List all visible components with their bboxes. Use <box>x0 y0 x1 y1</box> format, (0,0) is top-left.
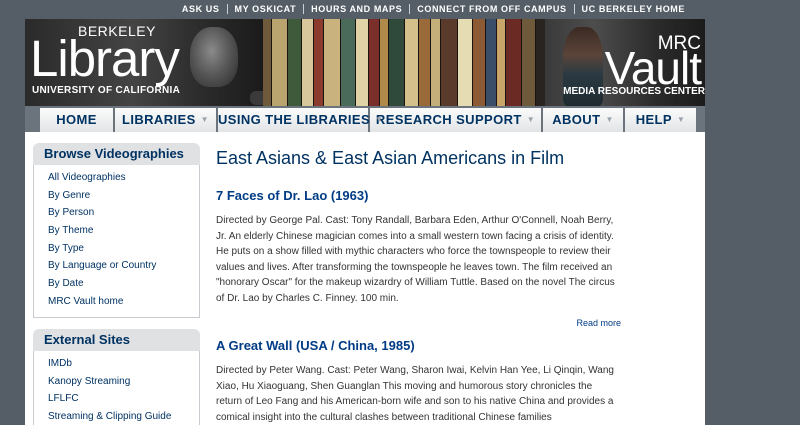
utility-link-connect-off-campus[interactable]: CONNECT FROM OFF CAMPUS <box>409 4 573 14</box>
book-spine <box>473 19 486 106</box>
sidebar-item-by-date[interactable]: By Date <box>48 275 199 293</box>
nav-item-help[interactable]: HELP ▼ <box>625 108 696 132</box>
book-spine <box>272 19 288 106</box>
banner-speaker-figure <box>190 27 238 87</box>
sidebar-item-by-person[interactable]: By Person <box>48 204 199 222</box>
external-sites-box: External Sites IMDb Kanopy Streaming LFL… <box>33 329 200 425</box>
mrc-logo-subtitle: MEDIA RESOURCES CENTER <box>563 86 705 97</box>
sidebar-item-all-videographies[interactable]: All Videographies <box>48 169 199 187</box>
sidebar-item-by-genre[interactable]: By Genre <box>48 187 199 205</box>
nav-item-label: ABOUT <box>552 112 601 127</box>
sidebar-item-streaming-clipping-guide[interactable]: Streaming & Clipping Guide <box>48 408 199 425</box>
external-sites-list: IMDb Kanopy Streaming LFLFC Streaming & … <box>33 351 200 425</box>
utility-link-my-oskicat[interactable]: MY OSKICAT <box>226 4 304 14</box>
sidebar-item-mrc-vault-home[interactable]: MRC Vault home <box>48 293 199 311</box>
nav-item-label: LIBRARIES <box>122 112 196 127</box>
nav-item-label: HELP <box>635 112 672 127</box>
book-spine <box>288 19 302 106</box>
mrc-logo-vault: Vault <box>604 42 702 94</box>
content-area: Browse Videographies All Videographies B… <box>25 132 705 425</box>
sidebar-item-by-theme[interactable]: By Theme <box>48 222 199 240</box>
sidebar-item-kanopy-streaming[interactable]: Kanopy Streaming <box>48 373 199 391</box>
page-title: East Asians & East Asian Americans in Fi… <box>216 148 565 168</box>
nav-item-about[interactable]: ABOUT ▼ <box>543 108 625 132</box>
library-logo-uc: UNIVERSITY OF CALIFORNIA <box>32 85 181 96</box>
film-entry: 7 Faces of Dr. Lao (1963) Directed by Ge… <box>216 188 621 306</box>
library-logo-library: Library <box>30 30 180 87</box>
sidebar-item-lflfc[interactable]: LFLFC <box>48 390 199 408</box>
film-entry: A Great Wall (USA / China, 1985) Directe… <box>216 338 621 425</box>
utility-link-ask-us[interactable]: ASK US <box>175 4 227 14</box>
browse-videographies-box: Browse Videographies All Videographies B… <box>33 143 200 318</box>
film-description: Directed by Peter Wang. Cast: Peter Wang… <box>216 365 614 423</box>
book-spine <box>441 19 458 106</box>
sidebar-item-by-type[interactable]: By Type <box>48 240 199 258</box>
book-spine <box>341 19 356 106</box>
book-spine <box>324 19 341 106</box>
nav-item-label: HOME <box>56 112 97 127</box>
book-spine <box>486 19 497 106</box>
browse-videographies-heading: Browse Videographies <box>33 143 200 165</box>
utility-link-hours-and-maps[interactable]: HOURS AND MAPS <box>303 4 409 14</box>
nav-item-using-the-libraries[interactable]: USING THE LIBRARIES ▼ <box>218 108 383 132</box>
film-title-link[interactable]: 7 Faces of Dr. Lao (1963) <box>216 188 621 203</box>
read-more-link[interactable]: Read more <box>576 318 621 328</box>
chevron-down-icon: ▼ <box>605 115 614 124</box>
nav-item-research-support[interactable]: RESEARCH SUPPORT ▼ <box>370 108 543 132</box>
chevron-down-icon: ▼ <box>676 115 686 124</box>
nav-item-home[interactable]: HOME <box>40 108 115 132</box>
sidebar-item-imdb[interactable]: IMDb <box>48 355 199 373</box>
nav-item-libraries[interactable]: LIBRARIES ▼ <box>115 108 218 132</box>
sidebar-item-by-language-or-country[interactable]: By Language or Country <box>48 257 199 275</box>
external-sites-heading: External Sites <box>33 329 200 351</box>
browse-videographies-list: All Videographies By Genre By Person By … <box>33 165 200 318</box>
book-spine <box>389 19 405 106</box>
chevron-down-icon: ▼ <box>375 115 384 124</box>
book-spine <box>506 19 522 106</box>
book-spine <box>356 19 369 106</box>
book-spine <box>405 19 419 106</box>
book-spine <box>431 19 441 106</box>
main-nav: HOME LIBRARIES ▼ USING THE LIBRARIES ▼ RES… <box>25 106 705 132</box>
utility-link-uc-berkeley-home[interactable]: UC BERKELEY HOME <box>573 4 692 14</box>
book-spine <box>522 19 536 106</box>
book-spine <box>369 19 380 106</box>
nav-item-label: USING THE LIBRARIES <box>218 112 371 127</box>
book-spine <box>314 19 324 106</box>
book-spine <box>263 19 272 106</box>
book-spine <box>497 19 506 106</box>
film-description: Directed by George Pal. Cast: Tony Randa… <box>216 215 615 304</box>
book-spine <box>419 19 431 106</box>
banner-photo-bookshelf <box>263 19 553 106</box>
nav-item-label: RESEARCH SUPPORT <box>375 112 522 127</box>
film-title-link[interactable]: A Great Wall (USA / China, 1985) <box>216 338 621 353</box>
book-spine <box>458 19 473 106</box>
utility-bar: ASK US MY OSKICAT HOURS AND MAPS CONNECT… <box>0 0 800 19</box>
book-spine <box>380 19 389 106</box>
chevron-down-icon: ▼ <box>526 115 536 124</box>
utility-links: ASK US MY OSKICAT HOURS AND MAPS CONNECT… <box>175 4 692 14</box>
book-spine <box>302 19 314 106</box>
chevron-down-icon: ▼ <box>200 115 209 124</box>
